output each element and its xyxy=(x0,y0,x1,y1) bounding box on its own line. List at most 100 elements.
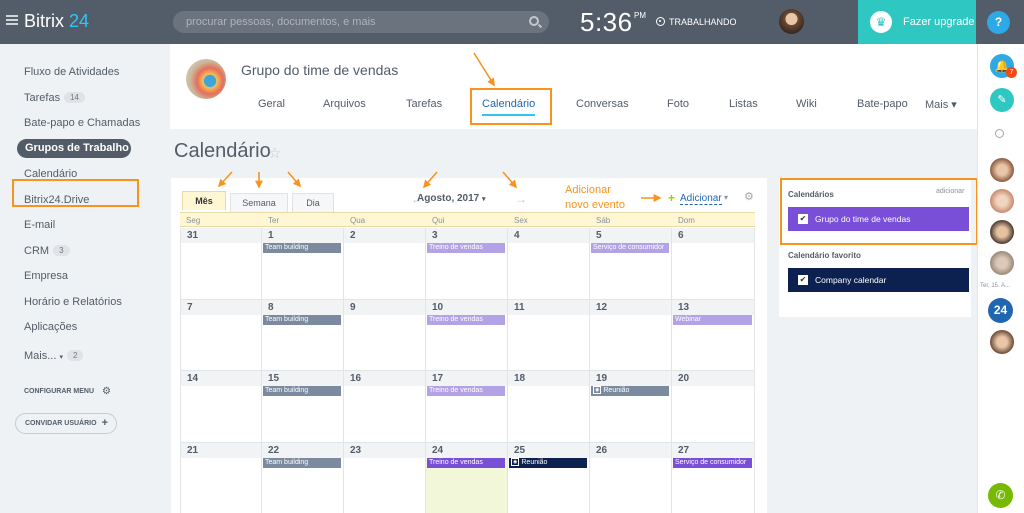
day-cell[interactable]: 23 xyxy=(344,442,426,513)
add-event-button[interactable]: Adicionar xyxy=(680,193,722,205)
day-cell[interactable]: 25 ◉ Reunião xyxy=(508,442,590,513)
nav-item-more[interactable]: Mais... ▾ 2 xyxy=(24,350,84,362)
gear-icon[interactable]: ⚙ xyxy=(744,190,754,203)
contact-avatar[interactable] xyxy=(990,251,1014,275)
contact-avatar[interactable] xyxy=(990,189,1014,213)
day-cell[interactable]: 16 xyxy=(344,371,426,443)
nav-item-crm[interactable]: CRM 3 xyxy=(24,245,70,257)
calendar-event[interactable]: Team building xyxy=(263,243,341,253)
search-input[interactable]: procurar pessoas, documentos, e mais xyxy=(173,11,549,33)
view-tab-month[interactable]: Mês xyxy=(182,191,226,210)
phone-icon[interactable]: ✆ xyxy=(988,483,1013,508)
work-status[interactable]: TRABALHANDO xyxy=(669,17,737,27)
view-tab-week[interactable]: Semana xyxy=(230,193,288,212)
group-avatar[interactable] xyxy=(186,59,226,99)
day-cell[interactable]: 1 Team building xyxy=(262,228,344,300)
day-cell[interactable]: 21 xyxy=(180,442,262,513)
contact-avatar[interactable] xyxy=(990,158,1014,182)
calendar-event[interactable]: Team building xyxy=(263,386,341,396)
day-cell[interactable]: 8 Team building xyxy=(262,299,344,371)
tab-tasks[interactable]: Tarefas xyxy=(406,98,442,110)
calendar-event[interactable]: Serviço de consumidor xyxy=(591,243,669,253)
logo[interactable]: Bitrix 24 xyxy=(24,11,89,32)
tab-files[interactable]: Arquivos xyxy=(323,98,366,110)
day-cell[interactable]: 20 xyxy=(672,371,755,443)
day-cell[interactable]: 11 xyxy=(508,299,590,371)
calendar-item-company[interactable]: ✔ Company calendar xyxy=(788,268,969,292)
day-cell[interactable]: 13 Webinar xyxy=(672,299,755,371)
nav-item-company[interactable]: Empresa xyxy=(24,270,68,282)
search-icon[interactable] xyxy=(995,129,1004,138)
calendar-event[interactable]: Team building xyxy=(263,457,341,468)
hamburger-icon[interactable] xyxy=(6,15,18,25)
day-cell[interactable]: 19 ◉ Reunião xyxy=(590,371,672,443)
star-icon[interactable]: ☆ xyxy=(268,144,281,162)
nav-item-email[interactable]: E-mail xyxy=(24,219,55,231)
day-cell[interactable]: 12 xyxy=(590,299,672,371)
nav-item-drive[interactable]: Bitrix24.Drive xyxy=(24,194,89,206)
nav-item-time-reports[interactable]: Horário e Relatórios xyxy=(24,296,122,308)
day-cell[interactable]: 31 xyxy=(180,228,262,300)
tab-lists[interactable]: Listas xyxy=(729,98,758,110)
configure-menu-button[interactable]: CONFIGURAR MENU xyxy=(24,388,94,395)
checkbox-icon[interactable]: ✔ xyxy=(798,275,808,285)
invite-user-button[interactable]: CONVIDAR USUÁRIO + xyxy=(15,413,117,434)
tab-chat[interactable]: Bate-papo xyxy=(857,98,908,110)
next-month-arrow[interactable]: → xyxy=(515,192,527,206)
calendar-event[interactable]: Treino de vendas xyxy=(427,243,505,253)
day-cell[interactable]: 18 xyxy=(508,371,590,443)
clock[interactable]: 5:36 xyxy=(580,7,633,38)
calendar-event[interactable]: Treino de vendas xyxy=(427,457,505,468)
tab-wiki[interactable]: Wiki xyxy=(796,98,817,110)
nav-item-workgroups[interactable]: Grupos de Trabalho xyxy=(17,139,131,158)
tab-more[interactable]: Mais ▾ xyxy=(925,98,957,111)
nav-item-activity[interactable]: Fluxo de Atividades xyxy=(24,66,119,78)
calendar-event[interactable]: Team building xyxy=(263,314,341,325)
day-cell[interactable]: 3 Treino de vendas xyxy=(426,228,508,300)
tab-conversations[interactable]: Conversas xyxy=(576,98,629,110)
tab-photo[interactable]: Foto xyxy=(667,98,689,110)
day-cell[interactable]: 6 xyxy=(672,228,755,300)
day-cell[interactable]: 26 xyxy=(590,442,672,513)
day-cell[interactable]: 22 Team building xyxy=(262,442,344,513)
view-tab-day[interactable]: Dia xyxy=(292,193,334,212)
nav-item-calendar[interactable]: Calendário xyxy=(24,168,77,180)
user-avatar[interactable] xyxy=(779,9,804,34)
month-title[interactable]: Agosto, 2017 ▾ xyxy=(417,193,486,204)
day-cell[interactable]: 5 Serviço de consumidor xyxy=(590,228,672,300)
calendar-event[interactable]: Webinar xyxy=(673,314,752,325)
group-title[interactable]: Grupo do time de vendas xyxy=(241,62,398,78)
chevron-down-icon[interactable]: ▾ xyxy=(724,193,728,202)
day-cell[interactable]: 27 Serviço de consumidor xyxy=(672,442,755,513)
day-number: 26 xyxy=(596,444,608,456)
search-icon[interactable] xyxy=(529,16,539,26)
day-cell[interactable]: 24 Treino de vendas xyxy=(426,442,508,513)
day-cell[interactable]: 7 xyxy=(180,299,262,371)
day-cell[interactable]: 17 Treino de vendas xyxy=(426,371,508,443)
upgrade-button[interactable]: ♛ Fazer upgrade xyxy=(858,0,976,44)
day-cell[interactable]: 10 Treino de vendas xyxy=(426,299,508,371)
calendar-event[interactable]: Treino de vendas xyxy=(427,314,505,325)
contact-avatar[interactable] xyxy=(990,330,1014,354)
plus-icon[interactable]: + xyxy=(668,191,675,205)
day-cell[interactable]: 4 xyxy=(508,228,590,300)
day-cell[interactable]: 9 xyxy=(344,299,426,371)
nav-item-tasks[interactable]: Tarefas 14 xyxy=(24,92,85,104)
calendar-event[interactable]: ◉ Reunião xyxy=(591,386,669,396)
nav-item-chat[interactable]: Bate-papo e Chamadas xyxy=(24,117,140,129)
calendar-event[interactable]: ◉ Reunião xyxy=(509,457,587,468)
chat-icon[interactable]: ✎ xyxy=(990,88,1014,112)
tab-calendar[interactable]: Calendário xyxy=(482,98,536,116)
day-cell[interactable]: 14 xyxy=(180,371,262,443)
calendar-event[interactable]: Treino de vendas xyxy=(427,386,505,396)
bitrix24-icon[interactable]: 24 xyxy=(988,298,1013,323)
calendar-event[interactable]: Serviço de consumidor xyxy=(673,457,752,468)
tab-general[interactable]: Geral xyxy=(258,98,285,110)
contact-avatar[interactable] xyxy=(990,220,1014,244)
gear-icon[interactable]: ⚙ xyxy=(102,386,111,397)
help-button[interactable]: ? xyxy=(987,11,1010,34)
nav-item-apps[interactable]: Aplicações xyxy=(24,321,77,333)
day-cell[interactable]: 2 xyxy=(344,228,426,300)
day-cell[interactable]: 15 Team building xyxy=(262,371,344,443)
day-number: 25 xyxy=(514,444,526,456)
